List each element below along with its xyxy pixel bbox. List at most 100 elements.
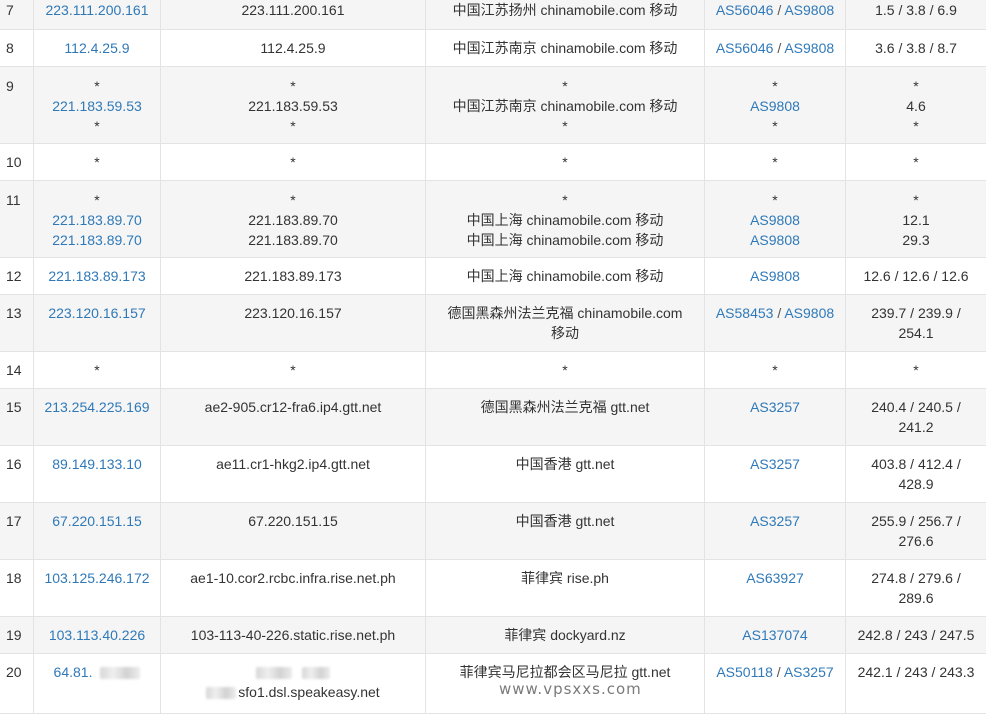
ip-link[interactable]: 64.81. (54, 662, 141, 682)
latency-cell: 3.6 / 3.8 / 8.7 (846, 30, 986, 66)
redacted-ip (100, 667, 141, 680)
ip-link[interactable]: 112.4.25.9 (64, 38, 129, 58)
hop-cell: 17 (0, 503, 34, 559)
asn-cell: * AS9808 AS9808 (705, 181, 846, 257)
ip-link[interactable]: 221.183.59.53 (52, 96, 142, 116)
asn-cell: AS56046 / AS9808 (705, 30, 846, 66)
hostname: 103-113-40-226.static.rise.net.ph (190, 627, 396, 643)
ip-link[interactable]: 67.220.151.15 (52, 511, 142, 531)
location-text: 德国黑森州法兰克福 gtt.net (480, 399, 650, 415)
asn-line: AS3257 (750, 511, 800, 531)
hop-number: 18 (6, 570, 22, 586)
latency-cell: 274.8 / 279.6 / 289.6 (846, 560, 986, 616)
table-row: 20 64.81. sfo1.dsl.speakeasy.net 菲律宾马尼拉都会区马… (0, 654, 986, 714)
asn-link[interactable]: AS9808 (784, 305, 834, 321)
latency-text: 29.3 (902, 232, 930, 248)
asn-link[interactable]: AS56046 (716, 2, 774, 18)
location-cell: 中国江苏扬州 chinamobile.com 移动 (426, 0, 705, 29)
hop-number: 20 (6, 664, 22, 680)
asn-link[interactable]: AS3257 (750, 456, 800, 472)
asn-link[interactable]: AS50118 (716, 664, 773, 680)
latency-text: 254.1 (898, 325, 934, 341)
asn-line: AS3257 (750, 454, 800, 474)
hop-number: 12 (6, 268, 22, 284)
hostname-cell: ae2-905.cr12-fra6.ip4.gtt.net (161, 389, 426, 445)
asn-cell: AS56046 / AS9808 (705, 0, 846, 29)
ip-cell: 103.125.246.172 (34, 560, 161, 616)
asn-line: AS3257 (750, 397, 800, 417)
redacted-host (302, 667, 330, 680)
hostname: ae2-905.cr12-fra6.ip4.gtt.net (204, 399, 382, 415)
location-text: 中国上海 chinamobile.com 移动 (466, 212, 664, 228)
asn-link[interactable]: AS9808 (750, 232, 800, 248)
ip-link[interactable]: 103.125.246.172 (44, 568, 149, 588)
hop-number: 17 (6, 513, 22, 529)
asn-link[interactable]: AS9808 (784, 2, 834, 18)
hostname: * (290, 192, 296, 208)
hostname: 223.120.16.157 (244, 305, 342, 321)
asn-separator: / (773, 305, 785, 321)
hop-number: 11 (6, 192, 21, 208)
ip-link[interactable]: 221.183.89.70 (52, 230, 142, 250)
hostname-cell: ae11.cr1-hkg2.ip4.gtt.net (161, 446, 426, 502)
hostname: ae1-10.cor2.rcbc.infra.rise.net.ph (190, 570, 396, 586)
asn-link[interactable]: AS9808 (750, 268, 800, 284)
table-row: 10 * * * * * (0, 144, 986, 181)
asn-line: AS9808 (750, 96, 800, 116)
asn-link[interactable]: AS137074 (742, 627, 807, 643)
ip-cell: 213.254.225.169 (34, 389, 161, 445)
ip-link: * (94, 154, 100, 170)
asn-link[interactable]: AS3257 (750, 399, 800, 415)
asn-link[interactable]: AS56046 (716, 40, 774, 56)
table-row: 9 * 221.183.59.53 * * 221.183.59.53 * * 中国江苏南京 c… (0, 67, 986, 144)
hop-cell: 10 (0, 144, 34, 180)
asn-empty: * (772, 78, 778, 94)
table-row: 16 89.149.133.10 ae11.cr1-hkg2.ip4.gtt.net… (0, 446, 986, 503)
ip-link[interactable]: 223.120.16.157 (48, 303, 145, 323)
ip-cell: * (34, 352, 161, 388)
latency-cell: 242.1 / 243 / 243.3 (846, 654, 986, 713)
hop-cell: 15 (0, 389, 34, 445)
latency-text: 428.9 (898, 476, 934, 492)
asn-link[interactable]: AS9808 (784, 40, 834, 56)
asn-line: * (772, 190, 777, 210)
asn-cell: * (705, 352, 846, 388)
location-text: 中国香港 gtt.net (515, 456, 615, 472)
ip-link[interactable]: 223.111.200.161 (45, 0, 148, 20)
location-text: 中国江苏南京 chinamobile.com 移动 (452, 40, 678, 56)
hostname (256, 662, 330, 682)
ip-cell: 223.120.16.157 (34, 295, 161, 351)
latency-text: 274.8 / 279.6 / (871, 570, 961, 586)
ip-link[interactable]: 221.183.89.173 (48, 266, 145, 286)
asn-line: AS9808 (750, 210, 800, 230)
asn-cell: AS3257 (705, 446, 846, 502)
asn-line: AS50118 / AS3257 (716, 662, 833, 682)
asn-link[interactable]: AS3257 (750, 513, 800, 529)
latency-text: * (913, 192, 919, 208)
latency-text: 276.6 (898, 533, 934, 549)
latency-text: 12.1 (902, 212, 930, 228)
ip-link: * (94, 78, 100, 94)
location-text: 中国江苏南京 chinamobile.com 移动 (452, 98, 678, 114)
hostname-cell: 223.111.200.161 (161, 0, 426, 29)
hop-number: 15 (6, 399, 22, 415)
latency-text: * (913, 362, 919, 378)
asn-link[interactable]: AS9808 (750, 212, 800, 228)
latency-text: 403.8 / 412.4 / (871, 456, 961, 472)
asn-link[interactable]: AS58453 (716, 305, 774, 321)
asn-link[interactable]: AS9808 (750, 98, 800, 114)
latency-cell: * (846, 144, 986, 180)
latency-cell: 242.8 / 243 / 247.5 (846, 617, 986, 653)
hop-cell: 16 (0, 446, 34, 502)
ip-link[interactable]: 213.254.225.169 (44, 397, 149, 417)
hostname-cell: ae1-10.cor2.rcbc.infra.rise.net.ph (161, 560, 426, 616)
hostname-cell: 103-113-40-226.static.rise.net.ph (161, 617, 426, 653)
asn-link[interactable]: AS3257 (784, 664, 834, 680)
hop-cell: 18 (0, 560, 34, 616)
hostname: * (290, 362, 296, 378)
location-cell: 中国江苏南京 chinamobile.com 移动 (426, 30, 705, 66)
ip-link[interactable]: 221.183.89.70 (52, 210, 142, 230)
ip-link[interactable]: 89.149.133.10 (52, 454, 142, 474)
ip-link[interactable]: 103.113.40.226 (49, 625, 145, 645)
asn-link[interactable]: AS63927 (746, 570, 804, 586)
